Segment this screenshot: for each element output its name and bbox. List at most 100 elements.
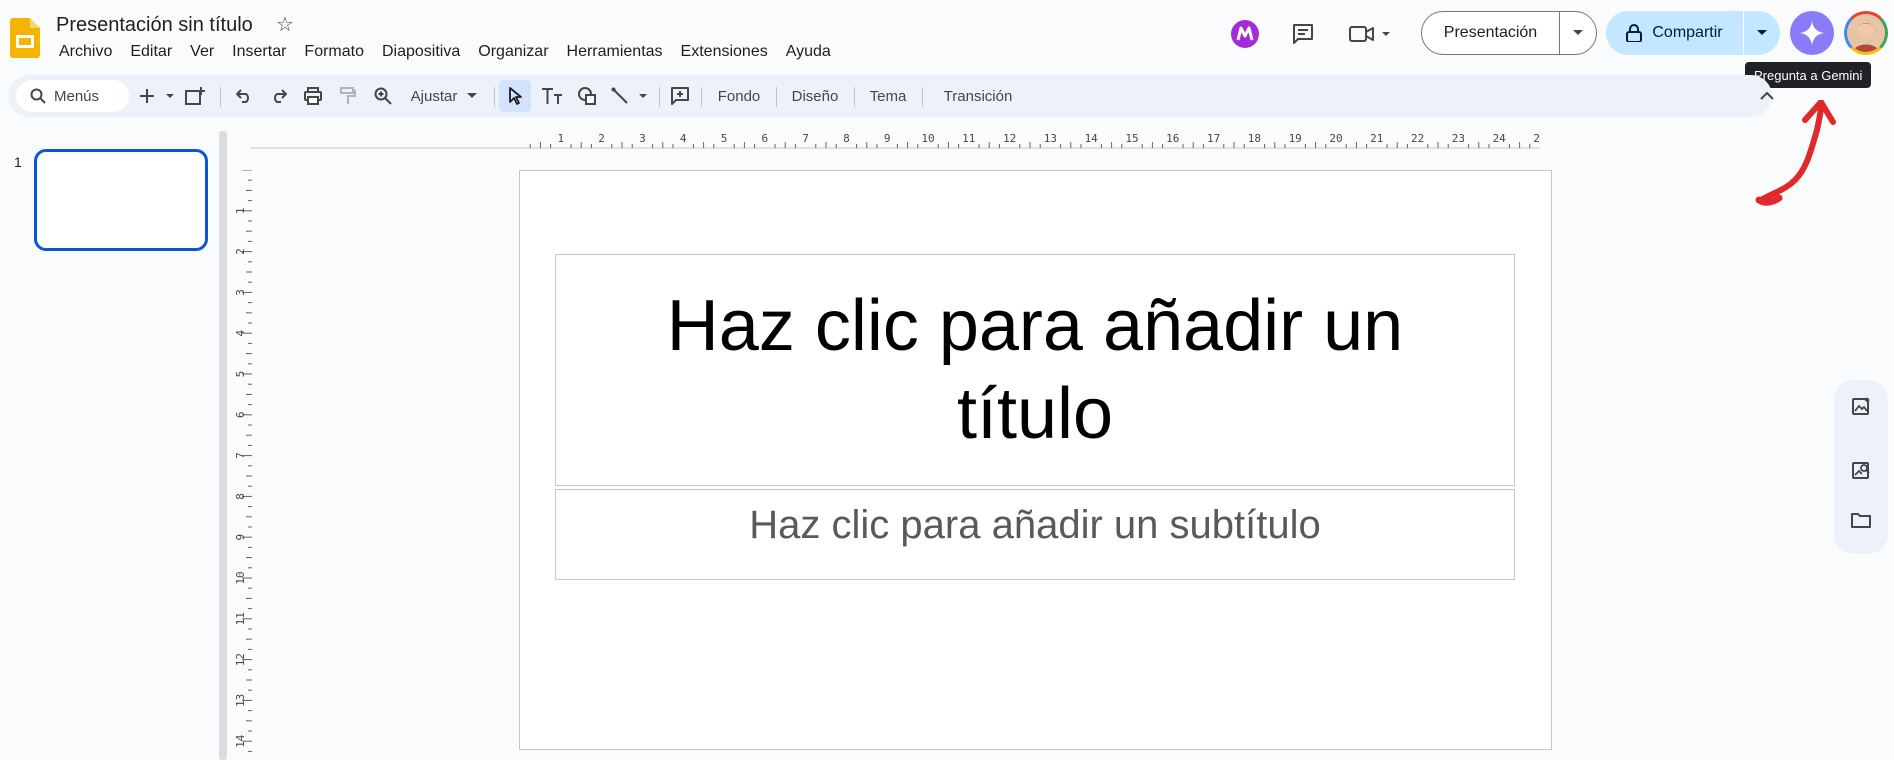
- menu-arrange[interactable]: Organizar: [469, 42, 557, 62]
- main-toolbar: Menús Ajustar Fondo Diseño Tema Transici…: [8, 75, 1772, 117]
- ruler-label: 5: [236, 371, 247, 378]
- meet-video-icon[interactable]: [1346, 18, 1394, 50]
- menu-insert[interactable]: Insertar: [223, 42, 295, 62]
- gemini-sparkle-icon[interactable]: [1790, 11, 1834, 55]
- comments-icon[interactable]: [1287, 18, 1319, 50]
- ruler-label: 14: [236, 734, 247, 748]
- transition-button[interactable]: Transición: [930, 80, 1026, 112]
- extension-m-icon[interactable]: [1229, 18, 1261, 50]
- background-button[interactable]: Fondo: [708, 80, 770, 112]
- text-box-icon[interactable]: [537, 80, 567, 112]
- side-panel: [1834, 380, 1888, 554]
- lock-icon: [1626, 24, 1643, 42]
- new-slide-with-layout-icon[interactable]: [180, 80, 210, 112]
- image-search-icon[interactable]: [1847, 456, 1875, 484]
- document-title[interactable]: Presentación sin título: [56, 14, 253, 37]
- menu-slide[interactable]: Diapositiva: [373, 42, 469, 62]
- ruler-label: 15: [1125, 132, 1138, 145]
- zoom-dropdown[interactable]: Ajustar: [404, 80, 484, 112]
- ruler-label: 6: [761, 132, 768, 145]
- add-comment-icon[interactable]: [665, 80, 695, 112]
- ruler-label: 19: [1289, 132, 1302, 145]
- toolbar-divider: [494, 87, 495, 107]
- undo-icon[interactable]: [230, 80, 258, 112]
- slide-thumbnail[interactable]: [34, 149, 208, 251]
- ruler-label: 1: [557, 132, 564, 145]
- menu-help[interactable]: Ayuda: [777, 42, 840, 62]
- menu-tools[interactable]: Herramientas: [558, 42, 672, 62]
- print-icon[interactable]: [299, 80, 327, 112]
- ruler-label: 8: [236, 493, 247, 500]
- ruler-label: 7: [802, 132, 809, 145]
- ruler-label: 1: [236, 207, 247, 214]
- plus-icon: [140, 89, 174, 103]
- search-placeholder: Menús: [54, 87, 100, 105]
- ruler-label: 4: [236, 330, 247, 337]
- ruler-label: 21: [1370, 132, 1383, 145]
- share-button[interactable]: Compartir: [1606, 11, 1780, 55]
- vertical-ruler: 1234567891011121314: [236, 170, 252, 752]
- filmstrip-scrollbar[interactable]: [219, 131, 227, 760]
- line-tool-icon[interactable]: [609, 80, 653, 112]
- subtitle-placeholder-text: Haz clic para añadir un subtítulo: [749, 503, 1321, 547]
- ruler-label: 23: [1452, 132, 1465, 145]
- app-header: Presentación sin título ☆ Archivo Editar…: [0, 0, 1894, 72]
- ruler-label: 11: [236, 612, 247, 625]
- search-icon: [30, 88, 46, 104]
- star-icon[interactable]: ☆: [276, 12, 294, 37]
- toolbar-divider: [922, 87, 923, 107]
- ruler-label: 7: [236, 452, 247, 459]
- toolbar-divider: [776, 87, 777, 107]
- ruler-label: 4: [680, 132, 687, 145]
- ruler-label: 5: [721, 132, 728, 145]
- ruler-label: 9: [236, 534, 247, 541]
- new-slide-button[interactable]: [137, 80, 177, 112]
- chevron-down-icon[interactable]: [1560, 12, 1596, 54]
- subtitle-placeholder[interactable]: Haz clic para añadir un subtítulo: [555, 489, 1515, 580]
- slide-canvas[interactable]: Haz clic para añadir un título Haz clic …: [519, 170, 1552, 750]
- menu-file[interactable]: Archivo: [50, 42, 121, 62]
- shape-icon[interactable]: [572, 80, 602, 112]
- zoom-label: Ajustar: [410, 87, 458, 105]
- ruler-label: 10: [921, 132, 934, 145]
- toolbar-divider: [854, 87, 855, 107]
- ruler-label: 13: [1044, 132, 1057, 145]
- theme-button[interactable]: Tema: [860, 80, 916, 112]
- slideshow-button[interactable]: Presentación: [1421, 11, 1597, 55]
- ruler-label: 2: [236, 248, 247, 255]
- title-placeholder[interactable]: Haz clic para añadir un título: [555, 254, 1515, 486]
- annotation-arrow: [1755, 100, 1836, 206]
- folder-icon[interactable]: [1847, 506, 1875, 534]
- ruler-label: 17: [1207, 132, 1220, 145]
- paint-format-icon[interactable]: [334, 80, 362, 112]
- ruler-label: 24: [1493, 132, 1507, 145]
- zoom-icon[interactable]: [369, 80, 397, 112]
- toolbar-divider: [220, 87, 221, 107]
- ruler-label: 14: [1085, 132, 1099, 145]
- toolbar-divider: [701, 87, 702, 107]
- select-tool-icon[interactable]: [499, 80, 531, 112]
- chevron-down-icon: [467, 93, 478, 98]
- ruler-label: 3: [639, 132, 646, 145]
- horizontal-ruler: 1 2 3 4 5 6 7 8 9 10 11 12 13 14 15 16 17 18 19 20 21 22 23 24 2…: [250, 132, 1540, 149]
- slideshow-label[interactable]: Presentación: [1422, 12, 1560, 54]
- menu-bar: Archivo Editar Ver Insertar Formato Diap…: [50, 42, 840, 62]
- generate-image-icon[interactable]: [1847, 392, 1875, 420]
- avatar[interactable]: [1844, 11, 1888, 55]
- ruler-label: 11: [962, 132, 975, 145]
- ruler-label: 8: [843, 132, 850, 145]
- toolbar-divider: [659, 87, 660, 107]
- menu-extensions[interactable]: Extensiones: [672, 42, 777, 62]
- menu-format[interactable]: Formato: [295, 42, 373, 62]
- slide-number: 1: [14, 154, 22, 170]
- search-menus-input[interactable]: Menús: [16, 80, 129, 112]
- layout-button[interactable]: Diseño: [782, 80, 848, 112]
- menu-view[interactable]: Ver: [181, 42, 223, 62]
- ruler-label: 12: [1003, 132, 1016, 145]
- slides-logo-icon[interactable]: [10, 18, 40, 58]
- menu-edit[interactable]: Editar: [121, 42, 181, 62]
- ruler-label: 12: [236, 653, 247, 666]
- redo-icon[interactable]: [265, 80, 293, 112]
- ruler-label: 2: [598, 132, 605, 145]
- share-dropdown-icon[interactable]: [1744, 11, 1780, 55]
